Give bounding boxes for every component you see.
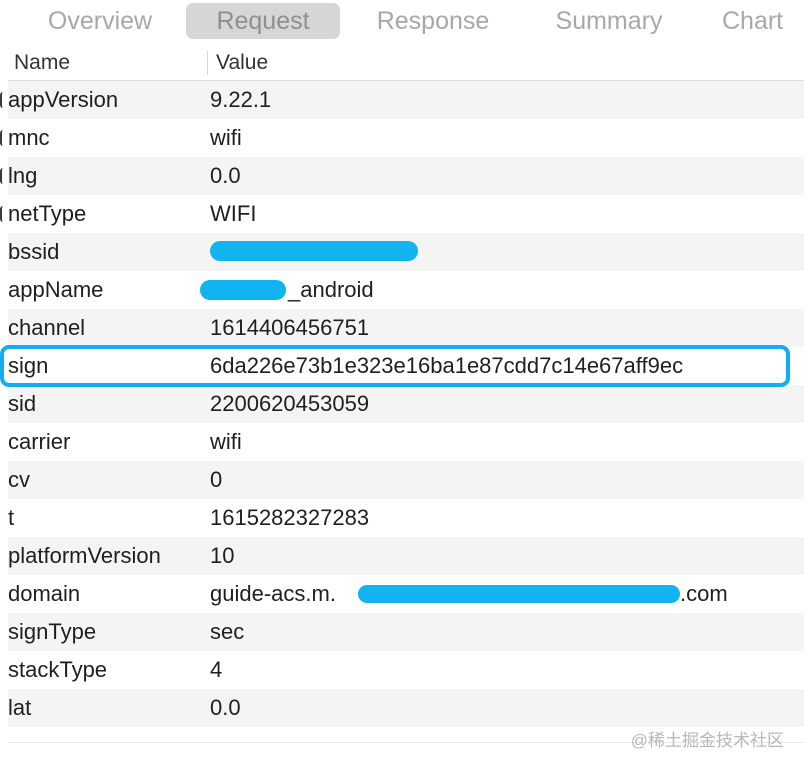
gutter-mark xyxy=(0,92,8,108)
param-name: domain xyxy=(8,581,81,606)
param-name: sid xyxy=(8,391,37,416)
param-name: stackType xyxy=(8,657,108,682)
table-row[interactable]: bssid xyxy=(8,233,804,271)
param-value-suffix: .com xyxy=(680,581,728,606)
param-value: wifi xyxy=(210,125,242,150)
param-name: t xyxy=(8,505,15,530)
table-row[interactable]: appName _android xyxy=(8,271,804,309)
tab-bar: Overview Request Response Summary Chart xyxy=(0,0,804,44)
param-value: 0 xyxy=(210,467,223,492)
param-name: mnc xyxy=(8,125,50,150)
tab-overview[interactable]: Overview xyxy=(30,3,170,39)
column-header-value[interactable]: Value xyxy=(216,44,268,80)
param-name: bssid xyxy=(8,239,60,264)
table-header: Name Value xyxy=(8,44,804,81)
param-name: carrier xyxy=(8,429,71,454)
gutter-mark xyxy=(0,168,8,184)
param-value: sec xyxy=(210,619,245,644)
left-gutter xyxy=(0,80,8,768)
gutter-mark xyxy=(0,206,8,222)
param-name: channel xyxy=(8,315,86,340)
tab-response[interactable]: Response xyxy=(360,3,506,39)
tab-chart[interactable]: Chart xyxy=(712,3,804,39)
param-value: guide-acs.m. xyxy=(210,581,336,606)
param-value: 9.22.1 xyxy=(210,87,272,112)
param-name: cv xyxy=(8,467,30,492)
param-name: lat xyxy=(8,695,32,720)
table-row[interactable]: lng 0.0 xyxy=(8,157,804,195)
param-value: 0.0 xyxy=(210,163,241,188)
param-value: wifi xyxy=(210,429,242,454)
redaction-mark xyxy=(358,585,680,603)
param-value: WIFI xyxy=(210,201,257,226)
tab-request[interactable]: Request xyxy=(186,3,340,39)
table-row[interactable]: channel 1614406456751 xyxy=(8,309,804,347)
param-name: lng xyxy=(8,163,38,188)
table-row[interactable]: domain guide-acs.m. .com xyxy=(8,575,804,613)
table-row[interactable]: platformVersion 10 xyxy=(8,537,804,575)
param-value: 1615282327283 xyxy=(210,505,370,530)
table-row[interactable]: carrier wifi xyxy=(8,423,804,461)
param-value: 4 xyxy=(210,657,223,682)
param-name: appVersion xyxy=(8,87,119,112)
param-value: 2200620453059 xyxy=(210,391,370,416)
param-name: platformVersion xyxy=(8,543,161,568)
param-value: _android xyxy=(288,277,374,302)
table-row[interactable]: signType sec xyxy=(8,613,804,651)
table-row[interactable]: appVersion 9.22.1 xyxy=(8,81,804,119)
param-value: 10 xyxy=(210,543,235,568)
request-params-table: Name Value appVersion 9.22.1 mnc wifi ln… xyxy=(8,44,804,768)
table-row[interactable]: cv 0 xyxy=(8,461,804,499)
column-header-name[interactable]: Name xyxy=(14,44,70,80)
param-value: 0.0 xyxy=(210,695,241,720)
table-row[interactable]: mnc wifi xyxy=(8,119,804,157)
redaction-mark xyxy=(210,241,418,261)
table-row[interactable]: netType WIFI xyxy=(8,195,804,233)
sign-row-highlight xyxy=(0,345,790,387)
table-row[interactable]: stackType 4 xyxy=(8,651,804,689)
param-value: 1614406456751 xyxy=(210,315,370,340)
table-row[interactable]: lat 0.0 xyxy=(8,689,804,727)
table-row[interactable]: t 1615282327283 xyxy=(8,499,804,537)
redaction-mark xyxy=(200,280,286,300)
gutter-mark xyxy=(0,130,8,146)
tab-summary[interactable]: Summary xyxy=(540,3,678,39)
param-name: appName xyxy=(8,277,104,302)
param-name: netType xyxy=(8,201,87,226)
table-row[interactable]: sid 2200620453059 xyxy=(8,385,804,423)
watermark: @稀土掘金技术社区 xyxy=(630,731,784,750)
param-name: signType xyxy=(8,619,97,644)
column-divider[interactable] xyxy=(207,51,208,75)
